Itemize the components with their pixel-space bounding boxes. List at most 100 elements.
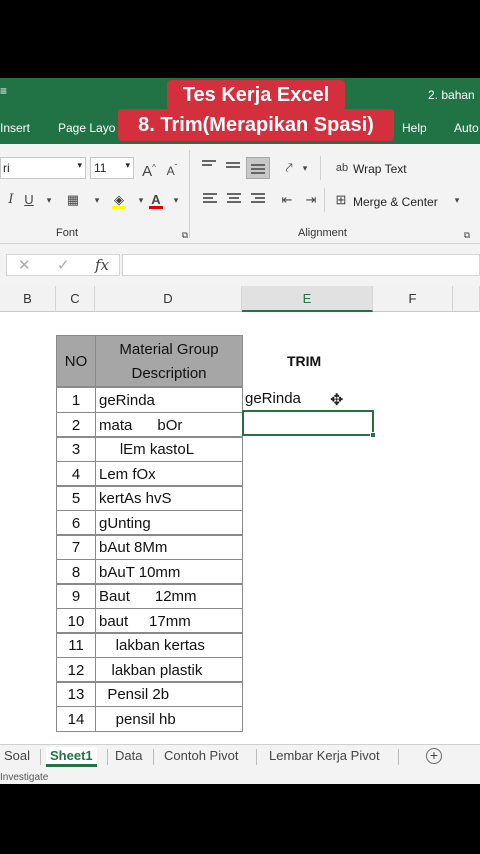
- trim-result-row1[interactable]: geRinda: [245, 390, 301, 407]
- workbook-filename: 2. bahan: [428, 88, 475, 102]
- chevron-down-icon[interactable]: ▾: [446, 189, 468, 211]
- font-name-value: ri: [3, 161, 10, 175]
- column-header-b[interactable]: B: [0, 286, 56, 312]
- mouse-cursor-icon: ✥: [330, 392, 344, 409]
- table-row-no[interactable]: 13: [56, 681, 96, 707]
- fill-color-icon[interactable]: ◈: [108, 189, 130, 211]
- enter-icon[interactable]: ✓: [57, 256, 70, 274]
- chevron-down-icon[interactable]: ▾: [86, 189, 108, 211]
- increase-indent-icon[interactable]: ⇥: [300, 189, 322, 211]
- excel-window: ≡ 2. bahan Insert Page Layo Help Auto Te…: [0, 0, 480, 854]
- font-name-select[interactable]: ri ▾: [0, 157, 86, 179]
- wrap-text-icon[interactable]: ab: [331, 157, 353, 179]
- name-box[interactable]: ✕ ✓ fx: [6, 254, 120, 276]
- font-dialog-launcher-icon[interactable]: ⧉: [174, 224, 196, 246]
- chevron-down-icon[interactable]: ▾: [294, 157, 316, 179]
- font-size-value: 11: [94, 161, 107, 175]
- fill-handle[interactable]: [370, 432, 376, 438]
- table-row-description[interactable]: Lem fOx: [95, 461, 243, 487]
- sheet-tab-soal[interactable]: Soal: [4, 747, 30, 767]
- insert-function-icon[interactable]: fx: [95, 256, 109, 274]
- table-row-no[interactable]: 3: [56, 436, 96, 462]
- align-left-icon[interactable]: [203, 193, 219, 205]
- table-row-description[interactable]: lakban plastik: [95, 657, 243, 683]
- tab-page-layout[interactable]: Page Layo: [58, 121, 115, 135]
- alignment-dialog-launcher-icon[interactable]: ⧉: [456, 224, 478, 246]
- table-row-description[interactable]: baut 17mm: [95, 608, 243, 634]
- align-center-icon[interactable]: [227, 193, 243, 205]
- sheet-tab-sheet1[interactable]: Sheet1: [46, 747, 97, 767]
- tab-separator: [256, 749, 257, 765]
- add-sheet-icon[interactable]: +: [426, 748, 442, 764]
- chevron-down-icon[interactable]: ▾: [38, 189, 60, 211]
- align-top-icon[interactable]: [202, 160, 218, 172]
- merge-center-icon[interactable]: ⊞: [330, 189, 352, 211]
- decrease-indent-icon[interactable]: ⇤: [276, 189, 298, 211]
- table-row-no[interactable]: 11: [56, 632, 96, 658]
- table-row-description[interactable]: gUnting: [95, 510, 243, 536]
- table-row-description[interactable]: pensil hb: [95, 706, 243, 732]
- tab-separator: [40, 749, 41, 765]
- separator: [324, 188, 325, 212]
- active-cell[interactable]: [242, 410, 376, 438]
- menu-icon[interactable]: ≡: [0, 84, 7, 98]
- merge-center-button[interactable]: Merge & Center: [353, 195, 438, 209]
- sheet-tab-lembar-kerja-pivot[interactable]: Lembar Kerja Pivot: [269, 747, 380, 767]
- tab-help[interactable]: Help: [402, 121, 427, 135]
- table-row-no[interactable]: 12: [56, 657, 96, 683]
- align-middle-icon[interactable]: [226, 162, 242, 174]
- column-header-f[interactable]: F: [373, 286, 453, 312]
- column-header-g[interactable]: [453, 286, 480, 312]
- table-row-description[interactable]: Pensil 2b: [95, 681, 243, 707]
- table-row-no[interactable]: 4: [56, 461, 96, 487]
- column-header-d[interactable]: D: [95, 286, 242, 312]
- font-group-label: Font: [56, 227, 79, 239]
- tab-insert[interactable]: Insert: [0, 121, 30, 135]
- table-header-description[interactable]: Material Group Description: [95, 335, 243, 387]
- font-size-select[interactable]: 11 ▾: [90, 157, 134, 179]
- group-separator: [189, 150, 190, 238]
- header-desc-line1: Material Group: [119, 341, 219, 358]
- table-row-description[interactable]: bAuT 10mm: [95, 559, 243, 585]
- sheet-tab-contoh-pivot[interactable]: Contoh Pivot: [164, 747, 238, 767]
- table-row-no[interactable]: 1: [56, 387, 96, 413]
- wrap-text-button[interactable]: Wrap Text: [353, 162, 407, 176]
- table-row-description[interactable]: geRinda: [95, 387, 243, 413]
- table-row-description[interactable]: mata bOr: [95, 412, 243, 438]
- video-overlay-title: Tes Kerja Excel: [167, 80, 345, 110]
- align-bottom-button[interactable]: [246, 157, 270, 179]
- sheet-tab-data[interactable]: Data: [115, 747, 142, 767]
- table-row-no[interactable]: 5: [56, 485, 96, 511]
- chevron-down-icon[interactable]: ▾: [165, 189, 187, 211]
- cancel-icon[interactable]: ✕: [18, 256, 31, 274]
- column-header-c[interactable]: C: [56, 286, 95, 312]
- formula-input[interactable]: [122, 254, 480, 276]
- align-bottom-icon: [251, 164, 267, 176]
- table-row-description[interactable]: lakban kertas: [95, 632, 243, 658]
- tab-separator: [107, 749, 108, 765]
- underline-icon[interactable]: U: [18, 189, 40, 211]
- status-text: Investigate: [0, 772, 49, 783]
- borders-icon[interactable]: ▦: [62, 189, 84, 211]
- table-header-no[interactable]: NO: [56, 335, 96, 387]
- align-right-icon[interactable]: [251, 193, 267, 205]
- chevron-down-icon: ▾: [77, 160, 82, 170]
- font-color-icon[interactable]: A: [145, 189, 167, 211]
- table-row-no[interactable]: 7: [56, 534, 96, 560]
- table-row-description[interactable]: kertAs hvS: [95, 485, 243, 511]
- increase-font-size-icon[interactable]: A^: [138, 157, 160, 180]
- separator: [320, 156, 321, 180]
- table-row-no[interactable]: 2: [56, 412, 96, 438]
- table-row-description[interactable]: Baut 12mm: [95, 583, 243, 609]
- column-header-e[interactable]: E: [242, 286, 373, 312]
- tab-automate[interactable]: Auto: [454, 121, 479, 135]
- video-overlay-subtitle: 8. Trim(Merapikan Spasi): [118, 109, 394, 141]
- decrease-font-size-icon[interactable]: Aˇ: [161, 157, 183, 179]
- table-row-no[interactable]: 8: [56, 559, 96, 585]
- table-row-no[interactable]: 14: [56, 706, 96, 732]
- table-row-description[interactable]: bAut 8Mm: [95, 534, 243, 560]
- table-row-no[interactable]: 9: [56, 583, 96, 609]
- table-row-no[interactable]: 6: [56, 510, 96, 536]
- table-row-no[interactable]: 10: [56, 608, 96, 634]
- table-row-description[interactable]: lEm kastoL: [95, 436, 243, 462]
